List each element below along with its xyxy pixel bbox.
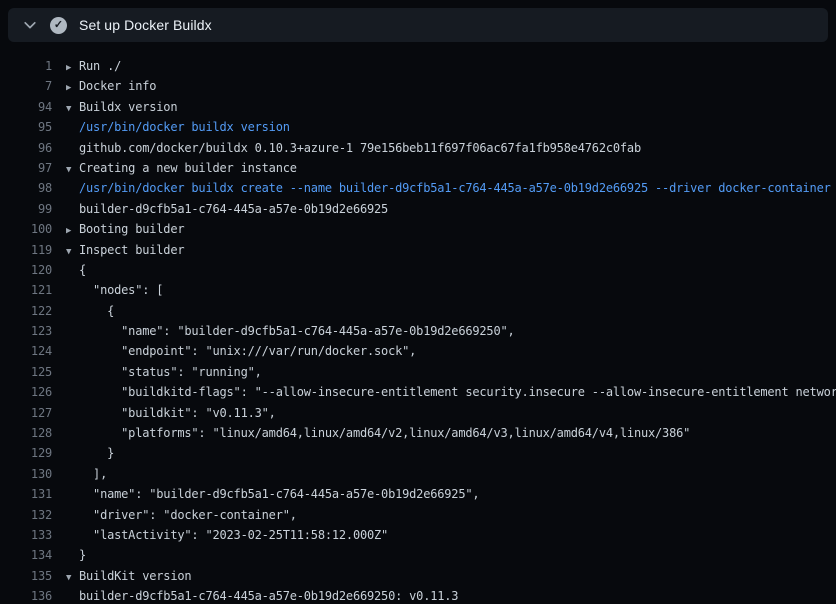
line-text: Docker info [79, 76, 156, 96]
log-line: 95/usr/bin/docker buildx version [0, 117, 836, 137]
check-circle-icon: ✓ [50, 17, 67, 34]
line-number[interactable]: 119 [0, 240, 52, 260]
line-number[interactable]: 127 [0, 403, 52, 423]
log-group-line[interactable]: 7 ▶Docker info [0, 76, 836, 96]
line-number[interactable]: 97 [0, 158, 52, 178]
triangle-down-icon[interactable]: ▼ [66, 99, 79, 119]
triangle-right-icon[interactable]: ▶ [66, 221, 79, 241]
line-number[interactable]: 136 [0, 586, 52, 604]
triangle-right-icon[interactable]: ▶ [66, 58, 79, 78]
log-line: 128 "platforms": "linux/amd64,linux/amd6… [0, 423, 836, 443]
line-number[interactable]: 129 [0, 443, 52, 463]
line-text: Run ./ [79, 56, 121, 76]
log-group-line[interactable]: 1 ▶Run ./ [0, 56, 836, 76]
line-number[interactable]: 100 [0, 219, 52, 239]
line-text: builder-d9cfb5a1-c764-445a-a57e-0b19d2e6… [79, 199, 388, 219]
line-number[interactable]: 128 [0, 423, 52, 443]
line-number[interactable]: 126 [0, 382, 52, 402]
line-text: "buildkit": "v0.11.3", [79, 403, 276, 423]
line-text: ], [79, 464, 107, 484]
line-number[interactable]: 124 [0, 341, 52, 361]
line-number[interactable]: 98 [0, 178, 52, 198]
log-line: 133 "lastActivity": "2023-02-25T11:58:12… [0, 525, 836, 545]
line-text: { [79, 301, 114, 321]
line-number[interactable]: 96 [0, 138, 52, 158]
line-number[interactable]: 7 [0, 76, 52, 96]
step-title: Set up Docker Buildx [79, 17, 212, 33]
log-line: 120 { [0, 260, 836, 280]
triangle-down-icon[interactable]: ▼ [66, 242, 79, 262]
log-group-line[interactable]: 135 ▼BuildKit version [0, 566, 836, 586]
line-number[interactable]: 120 [0, 260, 52, 280]
line-text: "status": "running", [79, 362, 262, 382]
line-text: Inspect builder [79, 240, 184, 260]
log-line: 132 "driver": "docker-container", [0, 505, 836, 525]
log-line: 126 "buildkitd-flags": "--allow-insecure… [0, 382, 836, 402]
line-text: Booting builder [79, 219, 184, 239]
line-number[interactable]: 123 [0, 321, 52, 341]
log-line: 127 "buildkit": "v0.11.3", [0, 403, 836, 423]
line-number[interactable]: 99 [0, 199, 52, 219]
log-group-line[interactable]: 97 ▼Creating a new builder instance [0, 158, 836, 178]
line-text: Creating a new builder instance [79, 158, 297, 178]
log-output: 1▶Run ./7▶Docker info94▼Buildx version95… [0, 56, 836, 604]
line-number[interactable]: 133 [0, 525, 52, 545]
line-number[interactable]: 132 [0, 505, 52, 525]
line-text: } [79, 545, 86, 565]
log-line: 131 "name": "builder-d9cfb5a1-c764-445a-… [0, 484, 836, 504]
line-text: /usr/bin/docker buildx version [79, 117, 290, 137]
line-number[interactable]: 131 [0, 484, 52, 504]
line-text: "nodes": [ [79, 280, 163, 300]
line-number[interactable]: 122 [0, 301, 52, 321]
line-number[interactable]: 135 [0, 566, 52, 586]
line-number[interactable]: 121 [0, 280, 52, 300]
line-text: builder-d9cfb5a1-c764-445a-a57e-0b19d2e6… [79, 586, 458, 604]
line-text: { [79, 260, 86, 280]
line-text: "buildkitd-flags": "--allow-insecure-ent… [79, 382, 836, 402]
log-line: 124 "endpoint": "unix:///var/run/docker.… [0, 341, 836, 361]
step-header[interactable]: ✓ Set up Docker Buildx [8, 8, 828, 42]
log-line: 121 "nodes": [ [0, 280, 836, 300]
log-line: 129 } [0, 443, 836, 463]
triangle-down-icon[interactable]: ▼ [66, 568, 79, 588]
line-number[interactable]: 125 [0, 362, 52, 382]
line-number[interactable]: 130 [0, 464, 52, 484]
line-text: Buildx version [79, 97, 177, 117]
log-line: 99 builder-d9cfb5a1-c764-445a-a57e-0b19d2… [0, 199, 836, 219]
line-number[interactable]: 94 [0, 97, 52, 117]
log-line: 134} [0, 545, 836, 565]
log-line: 125 "status": "running", [0, 362, 836, 382]
line-text: "driver": "docker-container", [79, 505, 297, 525]
chevron-down-icon[interactable] [22, 17, 38, 33]
line-text: "lastActivity": "2023-02-25T11:58:12.000… [79, 525, 388, 545]
line-number[interactable]: 95 [0, 117, 52, 137]
line-number[interactable]: 1 [0, 56, 52, 76]
log-line: 130 ], [0, 464, 836, 484]
triangle-right-icon[interactable]: ▶ [66, 78, 79, 98]
line-text: github.com/docker/buildx 0.10.3+azure-1 … [79, 138, 641, 158]
log-group-line[interactable]: 100 ▶Booting builder [0, 219, 836, 239]
line-text: "name": "builder-d9cfb5a1-c764-445a-a57e… [79, 484, 479, 504]
log-line: 96 github.com/docker/buildx 0.10.3+azure-… [0, 138, 836, 158]
line-text: "endpoint": "unix:///var/run/docker.sock… [79, 341, 416, 361]
log-group-line[interactable]: 119 ▼Inspect builder [0, 240, 836, 260]
log-line: 136 builder-d9cfb5a1-c764-445a-a57e-0b19d… [0, 586, 836, 604]
line-text: "platforms": "linux/amd64,linux/amd64/v2… [79, 423, 690, 443]
line-text: "name": "builder-d9cfb5a1-c764-445a-a57e… [79, 321, 515, 341]
log-group-line[interactable]: 94 ▼Buildx version [0, 97, 836, 117]
line-text: BuildKit version [79, 566, 191, 586]
line-text: } [79, 443, 114, 463]
triangle-down-icon[interactable]: ▼ [66, 160, 79, 180]
line-number[interactable]: 134 [0, 545, 52, 565]
log-line: 98/usr/bin/docker buildx create --name b… [0, 178, 836, 198]
log-line: 123 "name": "builder-d9cfb5a1-c764-445a-… [0, 321, 836, 341]
log-line: 122 { [0, 301, 836, 321]
line-text: /usr/bin/docker buildx create --name bui… [79, 178, 831, 198]
